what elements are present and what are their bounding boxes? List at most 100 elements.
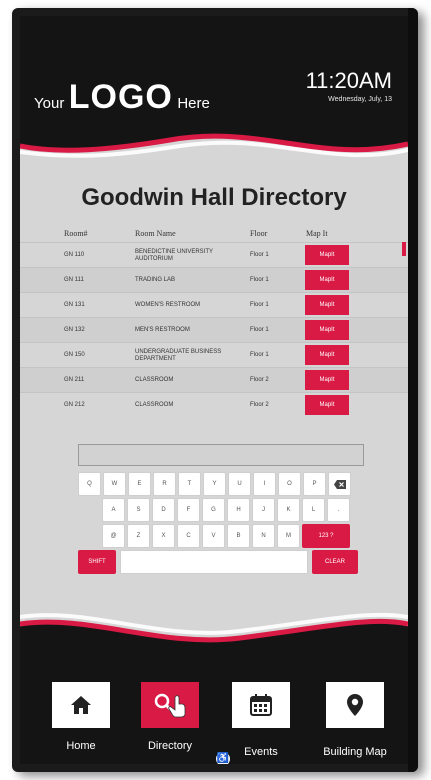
room-name: MEN'S RESTROOM	[135, 327, 190, 333]
room-floor: Floor 2	[250, 402, 269, 408]
logo-prefix: Your	[34, 95, 65, 112]
table-row[interactable]: GN 131 WOMEN'S RESTROOM Floor 1 MapIt	[20, 292, 408, 317]
search-input[interactable]	[78, 444, 364, 466]
table-header: Room# Room Name Floor Map It	[20, 222, 408, 242]
key-e[interactable]: E	[128, 472, 151, 496]
key-o[interactable]: O	[278, 472, 301, 496]
clock-date: Wednesday, July, 13	[328, 96, 392, 103]
room-floor: Floor 1	[250, 327, 269, 333]
column-header-room: Room#	[64, 229, 88, 238]
room-name: TRADING LAB	[135, 277, 176, 283]
table-row[interactable]: GN 110 BENEDICTINE UNIVERSITY AUDITORIUM…	[20, 242, 408, 267]
key-i[interactable]: I	[253, 472, 276, 496]
key-q[interactable]: Q	[78, 472, 101, 496]
wheelchair-icon[interactable]: ♿	[216, 752, 230, 764]
room-name: CLASSROOM	[135, 402, 174, 408]
room-floor: Floor 1	[250, 302, 269, 308]
space-key[interactable]	[120, 550, 308, 574]
key-period[interactable]: .	[327, 498, 350, 522]
table-row[interactable]: GN 211 CLASSROOM Floor 2 MapIt	[20, 367, 408, 392]
column-header-name: Room Name	[135, 229, 176, 238]
bottom-nav: Home Directory Events Building Map ♿	[20, 656, 408, 764]
table-row[interactable]: GN 111 TRADING LAB Floor 1 MapIt	[20, 267, 408, 292]
key-k[interactable]: K	[277, 498, 300, 522]
room-number: GN 110	[64, 252, 85, 258]
nav-events-button[interactable]	[232, 682, 290, 728]
column-header-floor: Floor	[250, 229, 268, 238]
key-d[interactable]: D	[152, 498, 175, 522]
logo: Your LOGO Here	[34, 78, 210, 117]
room-name: BENEDICTINE UNIVERSITY AUDITORIUM	[135, 249, 213, 262]
logo-suffix: Here	[177, 95, 210, 112]
key-u[interactable]: U	[228, 472, 251, 496]
table-scrollbar[interactable]	[402, 242, 406, 256]
map-it-button[interactable]: MapIt	[305, 395, 349, 415]
room-name: WOMEN'S RESTROOM	[135, 302, 201, 308]
backspace-key[interactable]	[328, 472, 351, 496]
nav-home-label: Home	[66, 740, 96, 752]
room-number: GN 150	[64, 352, 85, 358]
key-n[interactable]: N	[252, 524, 275, 548]
kiosk-frame: Your LOGO Here 11:20AM Wednesday, July, …	[12, 8, 418, 772]
room-number: GN 131	[64, 302, 85, 308]
table-row[interactable]: GN 132 MEN'S RESTROOM Floor 1 MapIt	[20, 317, 408, 342]
key-p[interactable]: P	[303, 472, 326, 496]
room-floor: Floor 1	[250, 352, 269, 358]
key-f[interactable]: F	[177, 498, 200, 522]
nav-directory-button[interactable]	[141, 682, 199, 728]
nav-home-button[interactable]	[52, 682, 110, 728]
nav-building-map-label: Building Map	[323, 746, 387, 758]
key-t[interactable]: T	[178, 472, 201, 496]
key-l[interactable]: L	[302, 498, 325, 522]
key-g[interactable]: G	[202, 498, 225, 522]
table-row[interactable]: GN 150 UNDERGRADUATE BUSINESS DEPARTMENT…	[20, 342, 408, 367]
key-x[interactable]: X	[152, 524, 175, 548]
room-number: GN 132	[64, 327, 85, 333]
on-screen-keyboard: Q W E R T Y U I O P A S D F G H J K L . …	[76, 472, 364, 576]
keyboard-row-2: A S D F G H J K L .	[76, 498, 364, 522]
key-r[interactable]: R	[153, 472, 176, 496]
key-w[interactable]: W	[103, 472, 126, 496]
clear-key[interactable]: CLEAR	[312, 550, 358, 574]
map-it-button[interactable]: MapIt	[305, 320, 349, 340]
key-s[interactable]: S	[127, 498, 150, 522]
shift-key[interactable]: SHIFT	[78, 550, 116, 574]
map-it-button[interactable]: MapIt	[305, 345, 349, 365]
page-title: Goodwin Hall Directory	[81, 184, 347, 211]
room-name: UNDERGRADUATE BUSINESS DEPARTMENT	[135, 349, 222, 362]
nav-building-map-button[interactable]	[326, 682, 384, 728]
table-row[interactable]: GN 212 CLASSROOM Floor 2 MapIt	[20, 392, 408, 417]
map-it-button[interactable]: MapIt	[305, 270, 349, 290]
map-it-button[interactable]: MapIt	[305, 370, 349, 390]
room-floor: Floor 1	[250, 252, 269, 258]
kiosk-screen: Your LOGO Here 11:20AM Wednesday, July, …	[20, 16, 408, 764]
nav-directory-label: Directory	[147, 740, 192, 752]
keyboard-row-1: Q W E R T Y U I O P	[76, 472, 364, 496]
key-z[interactable]: Z	[127, 524, 150, 548]
clock: 11:20AM Wednesday, July, 13	[306, 68, 392, 103]
key-b[interactable]: B	[227, 524, 250, 548]
key-v[interactable]: V	[202, 524, 225, 548]
top-wave	[20, 116, 408, 158]
clock-time: 11:20AM	[305, 68, 392, 93]
key-h[interactable]: H	[227, 498, 250, 522]
key-a[interactable]: A	[102, 498, 125, 522]
key-y[interactable]: Y	[203, 472, 226, 496]
column-header-map: Map It	[306, 229, 328, 238]
key-m[interactable]: M	[277, 524, 300, 548]
home-icon	[71, 696, 91, 714]
room-floor: Floor 2	[250, 377, 269, 383]
key-j[interactable]: J	[252, 498, 275, 522]
directory-table: Room# Room Name Floor Map It GN 110 BENE…	[20, 222, 408, 417]
map-it-button[interactable]: MapIt	[305, 295, 349, 315]
map-it-button[interactable]: MapIt	[305, 245, 349, 265]
logo-main: LOGO	[68, 78, 173, 116]
numbers-key[interactable]: 123 ?	[302, 524, 350, 548]
room-number: GN 211	[64, 377, 85, 383]
backspace-icon	[333, 480, 346, 489]
key-at[interactable]: @	[102, 524, 125, 548]
key-c[interactable]: C	[177, 524, 200, 548]
keyboard-row-3: @ Z X C V B N M 123 ?	[76, 524, 364, 548]
room-number: GN 111	[64, 277, 84, 283]
calendar-icon	[250, 694, 272, 716]
